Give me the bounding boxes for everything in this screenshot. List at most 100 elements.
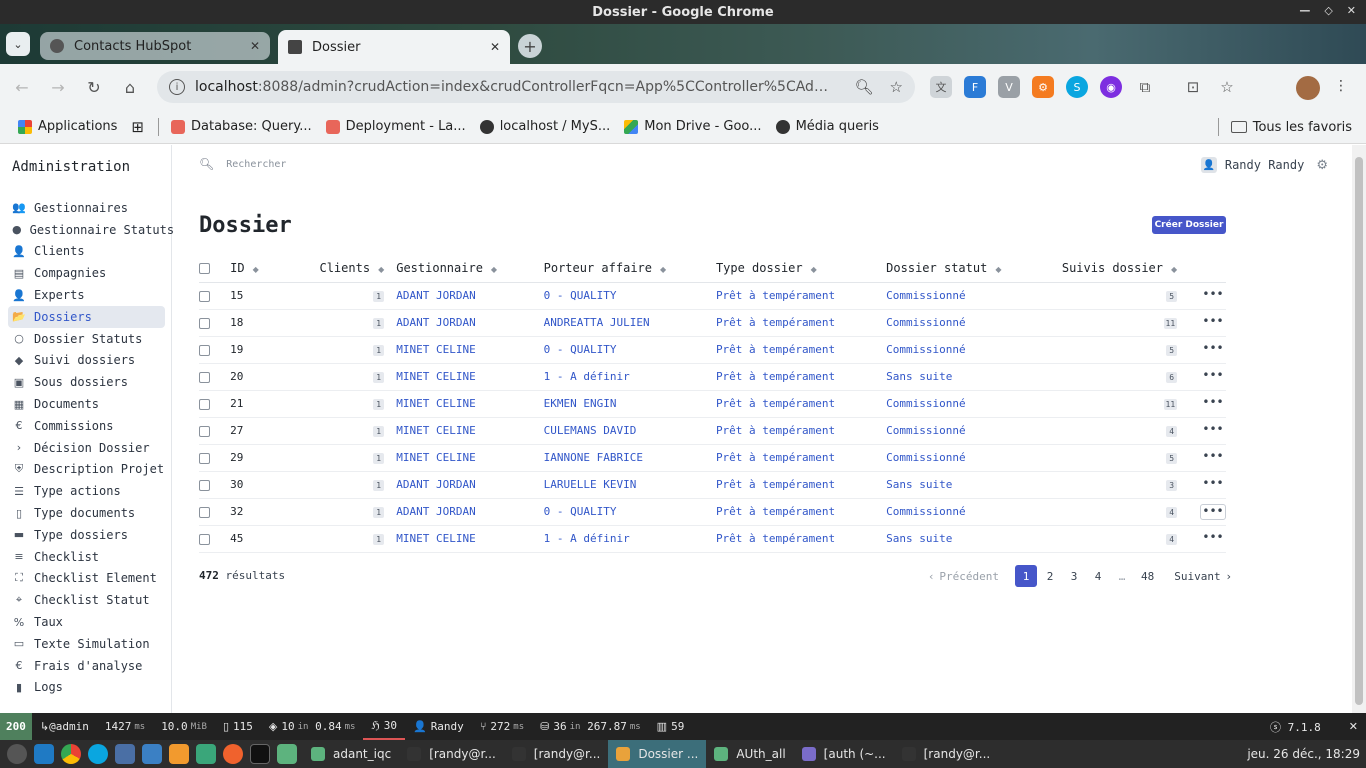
taskbar-app[interactable]: [randy@r... [399, 740, 504, 768]
type-dossier-link[interactable]: Prêt à tempérament [716, 451, 835, 464]
type-dossier-link[interactable]: Prêt à tempérament [716, 424, 835, 437]
time-item[interactable]: 1427 ms [97, 713, 153, 740]
vue-ext-icon[interactable]: V [998, 76, 1020, 98]
app-green-icon[interactable] [196, 744, 216, 764]
close-toolbar-icon[interactable]: ✕ [1349, 720, 1358, 733]
sidebar-item-clients[interactable]: 👤 Clients [8, 241, 165, 263]
scrollbar-thumb[interactable] [1355, 157, 1363, 705]
row-actions-icon[interactable]: ••• [1200, 450, 1226, 466]
gestionnaire-link[interactable]: MINET CELINE [396, 370, 475, 383]
taskbar-app[interactable]: AUth_all [706, 740, 793, 768]
row-actions-icon[interactable]: ••• [1200, 315, 1226, 331]
clock[interactable]: jeu. 26 déc., 18:29 [1247, 747, 1360, 761]
home-icon[interactable]: ⌂ [112, 78, 148, 97]
row-checkbox[interactable] [199, 479, 210, 491]
statut-link[interactable]: Commissionné [886, 343, 965, 356]
bookmark-applications[interactable]: Applications [18, 119, 117, 134]
sidebar-item-dossier-statuts[interactable]: ○ Dossier Statuts [8, 328, 165, 350]
taskbar-app[interactable]: [auth (~... [794, 740, 894, 768]
type-dossier-link[interactable]: Prêt à tempérament [716, 532, 835, 545]
grid-icon[interactable]: ⊞ [131, 118, 144, 136]
fi-ext-icon[interactable]: F [964, 76, 986, 98]
porteur-link[interactable]: 1 - A définir [544, 370, 630, 383]
sort-icon[interactable]: ◆ [811, 265, 817, 274]
terminal-icon[interactable] [250, 744, 270, 764]
porteur-link[interactable]: 1 - A définir [544, 532, 630, 545]
type-dossier-link[interactable]: Prêt à tempérament [716, 397, 835, 410]
translate-ext-icon[interactable]: 文 [930, 76, 952, 98]
sidebar-item-type-actions[interactable]: ☰ Type actions [8, 480, 165, 502]
type-dossier-link[interactable]: Prêt à tempérament [716, 289, 835, 302]
column-header-statut[interactable]: Dossier statut ◆ [886, 254, 1058, 283]
cache-item[interactable]: ◈ 10 in 0.84 ms [261, 713, 364, 740]
row-actions-icon[interactable]: ••• [1200, 423, 1226, 439]
sidebar-item-compagnies[interactable]: ▤ Compagnies [8, 262, 165, 284]
statut-link[interactable]: Sans suite [886, 370, 952, 383]
maximize-icon[interactable]: ◇ [1324, 4, 1332, 17]
sort-icon[interactable]: ◆ [491, 265, 497, 274]
porteur-link[interactable]: 0 - QUALITY [544, 343, 617, 356]
sidebar-item-taux[interactable]: % Taux [8, 611, 165, 633]
bookmark-phpmyadmin[interactable]: localhost / MyS... [479, 119, 610, 134]
sort-icon[interactable]: ◆ [660, 265, 666, 274]
hubspot-ext-icon[interactable]: ⚙ [1032, 76, 1054, 98]
requests-item[interactable]: ▯ 115 [215, 713, 261, 740]
gestionnaire-link[interactable]: ADANT JORDAN [396, 316, 475, 329]
sidebar-item-frais-d-analyse[interactable]: € Frais d'analyse [8, 655, 165, 677]
row-checkbox[interactable] [199, 425, 210, 437]
twig-item[interactable]: ⑂ 272 ms [472, 713, 532, 740]
tab-search-icon[interactable]: ⌄ [6, 32, 30, 56]
chrome-menu-icon[interactable]: ⋮ [1334, 78, 1348, 94]
chrome-icon[interactable] [61, 744, 81, 764]
column-header-type[interactable]: Type dossier ◆ [715, 254, 887, 283]
type-dossier-link[interactable]: Prêt à tempérament [716, 343, 835, 356]
tab-dossier[interactable]: Dossier ✕ [278, 30, 510, 64]
page-scrollbar[interactable] [1352, 145, 1366, 713]
sort-icon[interactable]: ◆ [995, 265, 1001, 274]
row-checkbox[interactable] [199, 317, 210, 329]
page-3-button[interactable]: 3 [1063, 565, 1085, 587]
taskbar-app[interactable]: [randy@r... [894, 740, 999, 768]
column-header-id[interactable]: ID ◆ [230, 254, 285, 283]
firefox-icon[interactable] [223, 744, 243, 764]
mail-icon[interactable] [115, 744, 135, 764]
page-48-button[interactable]: 48 [1135, 565, 1160, 587]
gestionnaire-link[interactable]: MINET CELINE [396, 343, 475, 356]
sort-icon[interactable]: ◆ [253, 265, 259, 274]
brand-title[interactable]: Administration [12, 159, 130, 175]
statut-link[interactable]: Commissionné [886, 316, 965, 329]
bookmark-database[interactable]: Database: Query... [171, 119, 312, 134]
sidebar-item-dossiers[interactable]: 📂 Dossiers [8, 305, 165, 328]
gestionnaire-link[interactable]: ADANT JORDAN [396, 289, 475, 302]
gestionnaire-link[interactable]: MINET CELINE [396, 397, 475, 410]
porteur-link[interactable]: EKMEN ENGIN [544, 397, 617, 410]
user-item[interactable]: 👤 Randy [405, 713, 472, 740]
app-orange-icon[interactable] [169, 744, 189, 764]
sidebar-item-description-projet[interactable]: ⛨ Description Projet [8, 459, 165, 481]
start-menu-icon[interactable] [7, 744, 27, 764]
sort-icon[interactable]: ◆ [1171, 265, 1177, 274]
row-actions-icon[interactable]: ••• [1200, 369, 1226, 385]
sidebar-item-experts[interactable]: 👤 Experts [8, 284, 165, 306]
type-dossier-link[interactable]: Prêt à tempérament [716, 316, 835, 329]
close-tab-icon[interactable]: ✕ [250, 39, 260, 53]
next-page-button[interactable]: Suivant › [1168, 565, 1237, 587]
previous-page-button[interactable]: ‹ Précédent [923, 565, 1005, 587]
minimize-icon[interactable]: — [1299, 4, 1310, 17]
page-2-button[interactable]: 2 [1039, 565, 1061, 587]
type-dossier-link[interactable]: Prêt à tempérament [716, 478, 835, 491]
row-actions-icon[interactable]: ••• [1200, 477, 1226, 493]
column-header-gestionnaire[interactable]: Gestionnaire ◆ [396, 254, 544, 283]
row-actions-icon[interactable]: ••• [1200, 396, 1226, 412]
profile-avatar[interactable] [1296, 76, 1320, 100]
porteur-link[interactable]: 0 - QUALITY [544, 505, 617, 518]
row-checkbox[interactable] [199, 290, 210, 302]
skype-icon[interactable] [88, 744, 108, 764]
sort-icon[interactable]: ◆ [378, 265, 384, 274]
forms-item[interactable]: ▥ 59 [649, 713, 693, 740]
porteur-link[interactable]: CULEMANS DAVID [544, 424, 637, 437]
statut-link[interactable]: Commissionné [886, 397, 965, 410]
sidebar-item-commissions[interactable]: € Commissions [8, 415, 165, 437]
gestionnaire-link[interactable]: ADANT JORDAN [396, 505, 475, 518]
forward-icon[interactable]: → [40, 78, 76, 97]
